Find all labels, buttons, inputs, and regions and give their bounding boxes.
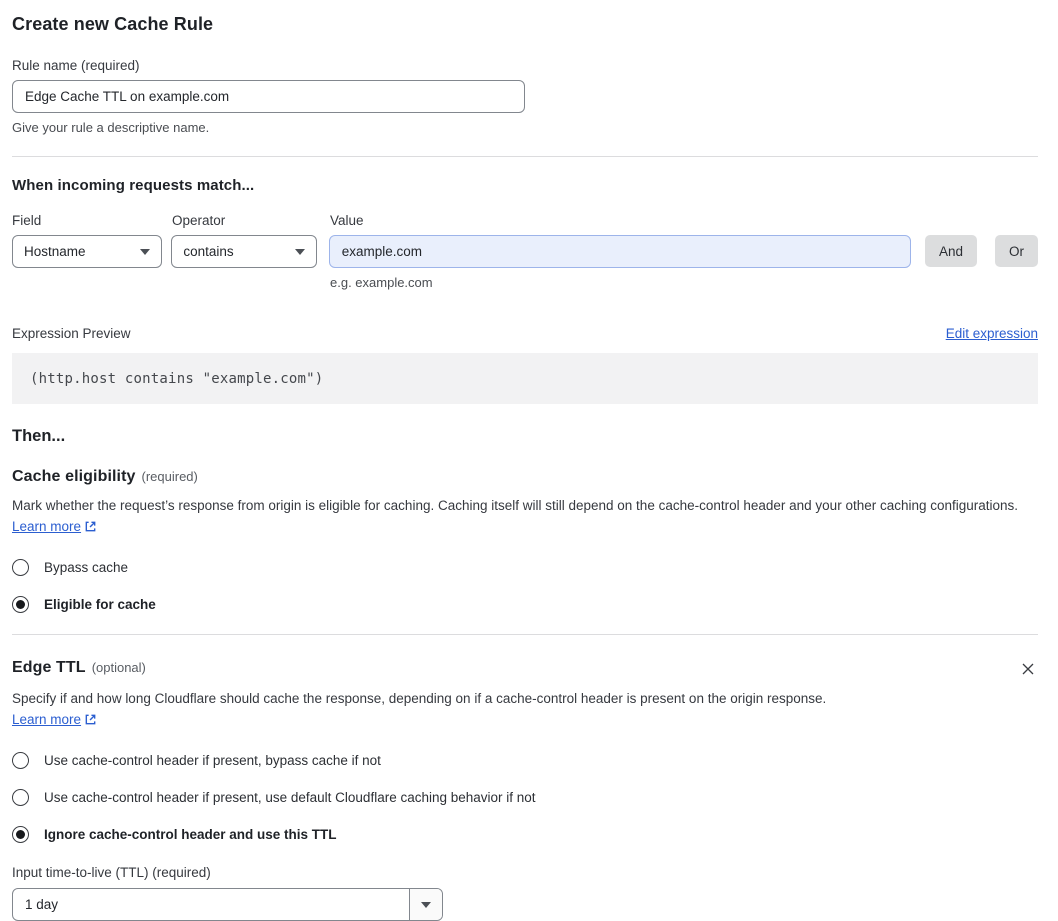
cache-eligibility-learn-more-link[interactable]: Learn more: [12, 519, 81, 534]
rule-name-input[interactable]: [12, 80, 525, 113]
edge-ttl-heading: Edge TTL: [12, 659, 86, 676]
radio-option-label: Use cache-control header if present, use…: [44, 790, 536, 805]
chevron-down-icon: [140, 248, 151, 255]
edge-ttl-description: Specify if and how long Cloudflare shoul…: [12, 688, 852, 732]
operator-select[interactable]: contains: [171, 235, 317, 268]
and-button[interactable]: And: [924, 235, 977, 267]
match-condition-row: Hostname contains And Or: [12, 235, 1038, 268]
ttl-label: Input time-to-live (TTL) (required): [12, 865, 211, 880]
edit-expression-link[interactable]: Edit expression: [946, 326, 1038, 341]
edge-ttl-qualifier: (optional): [91, 660, 146, 675]
chevron-down-icon: [294, 248, 305, 255]
page-title: Create new Cache Rule: [12, 14, 214, 34]
expression-code: (http.host contains "example.com"): [12, 353, 1038, 404]
edge-ttl-learn-more-link[interactable]: Learn more: [12, 712, 81, 727]
ttl-select-arrow-button[interactable]: [409, 889, 442, 920]
radio-option-label: Bypass cache: [44, 560, 129, 575]
ttl-select[interactable]: 1 day: [12, 888, 443, 921]
radio-icon[interactable]: [12, 789, 29, 806]
radio-icon-checked[interactable]: [12, 596, 29, 613]
operator-select-value: contains: [183, 244, 234, 259]
external-link-icon: [84, 711, 97, 732]
value-input[interactable]: [328, 235, 911, 268]
field-select-value: Hostname: [24, 244, 86, 259]
divider: [12, 634, 1038, 635]
rule-name-helper: Give your rule a descriptive name.: [12, 120, 210, 135]
radio-option-eligible-for-cache[interactable]: Eligible for cache: [12, 596, 1038, 613]
radio-option-bypass-cache[interactable]: Bypass cache: [12, 559, 1038, 576]
edge-ttl-description-text: Specify if and how long Cloudflare shoul…: [12, 691, 827, 706]
or-button[interactable]: Or: [995, 235, 1038, 267]
rule-name-label: Rule name (required): [12, 58, 140, 73]
radio-option-use-header-default[interactable]: Use cache-control header if present, use…: [12, 789, 1038, 806]
radio-option-label: Use cache-control header if present, byp…: [44, 753, 381, 768]
divider: [12, 156, 1038, 157]
radio-option-ignore-header-ttl[interactable]: Ignore cache-control header and use this…: [12, 826, 1038, 843]
field-label: Field: [12, 213, 42, 228]
radio-icon-checked[interactable]: [12, 826, 29, 843]
match-section-heading: When incoming requests match...: [12, 177, 255, 194]
value-label: Value: [330, 213, 364, 228]
radio-icon[interactable]: [12, 752, 29, 769]
then-heading: Then...: [12, 427, 66, 445]
radio-option-use-header-bypass[interactable]: Use cache-control header if present, byp…: [12, 752, 1038, 769]
ttl-select-value: 1 day: [25, 897, 59, 912]
chevron-down-icon: [421, 901, 431, 908]
expression-preview-label: Expression Preview: [12, 326, 131, 341]
cache-eligibility-description: Mark whether the request’s response from…: [12, 495, 1022, 539]
operator-label: Operator: [172, 213, 226, 228]
match-labels-row: Field Operator Value: [12, 213, 1038, 228]
close-icon[interactable]: [1018, 659, 1038, 679]
value-hint: e.g. example.com: [330, 275, 433, 290]
field-select[interactable]: Hostname: [12, 235, 163, 268]
expression-code-text: (http.host contains "example.com"): [30, 370, 324, 387]
radio-icon[interactable]: [12, 559, 29, 576]
cache-eligibility-description-text: Mark whether the request’s response from…: [12, 498, 1019, 513]
cache-eligibility-qualifier: (required): [141, 469, 198, 484]
radio-option-label: Ignore cache-control header and use this…: [44, 827, 337, 842]
radio-option-label: Eligible for cache: [44, 597, 156, 612]
cache-eligibility-heading: Cache eligibility: [12, 468, 136, 485]
external-link-icon: [84, 518, 97, 539]
